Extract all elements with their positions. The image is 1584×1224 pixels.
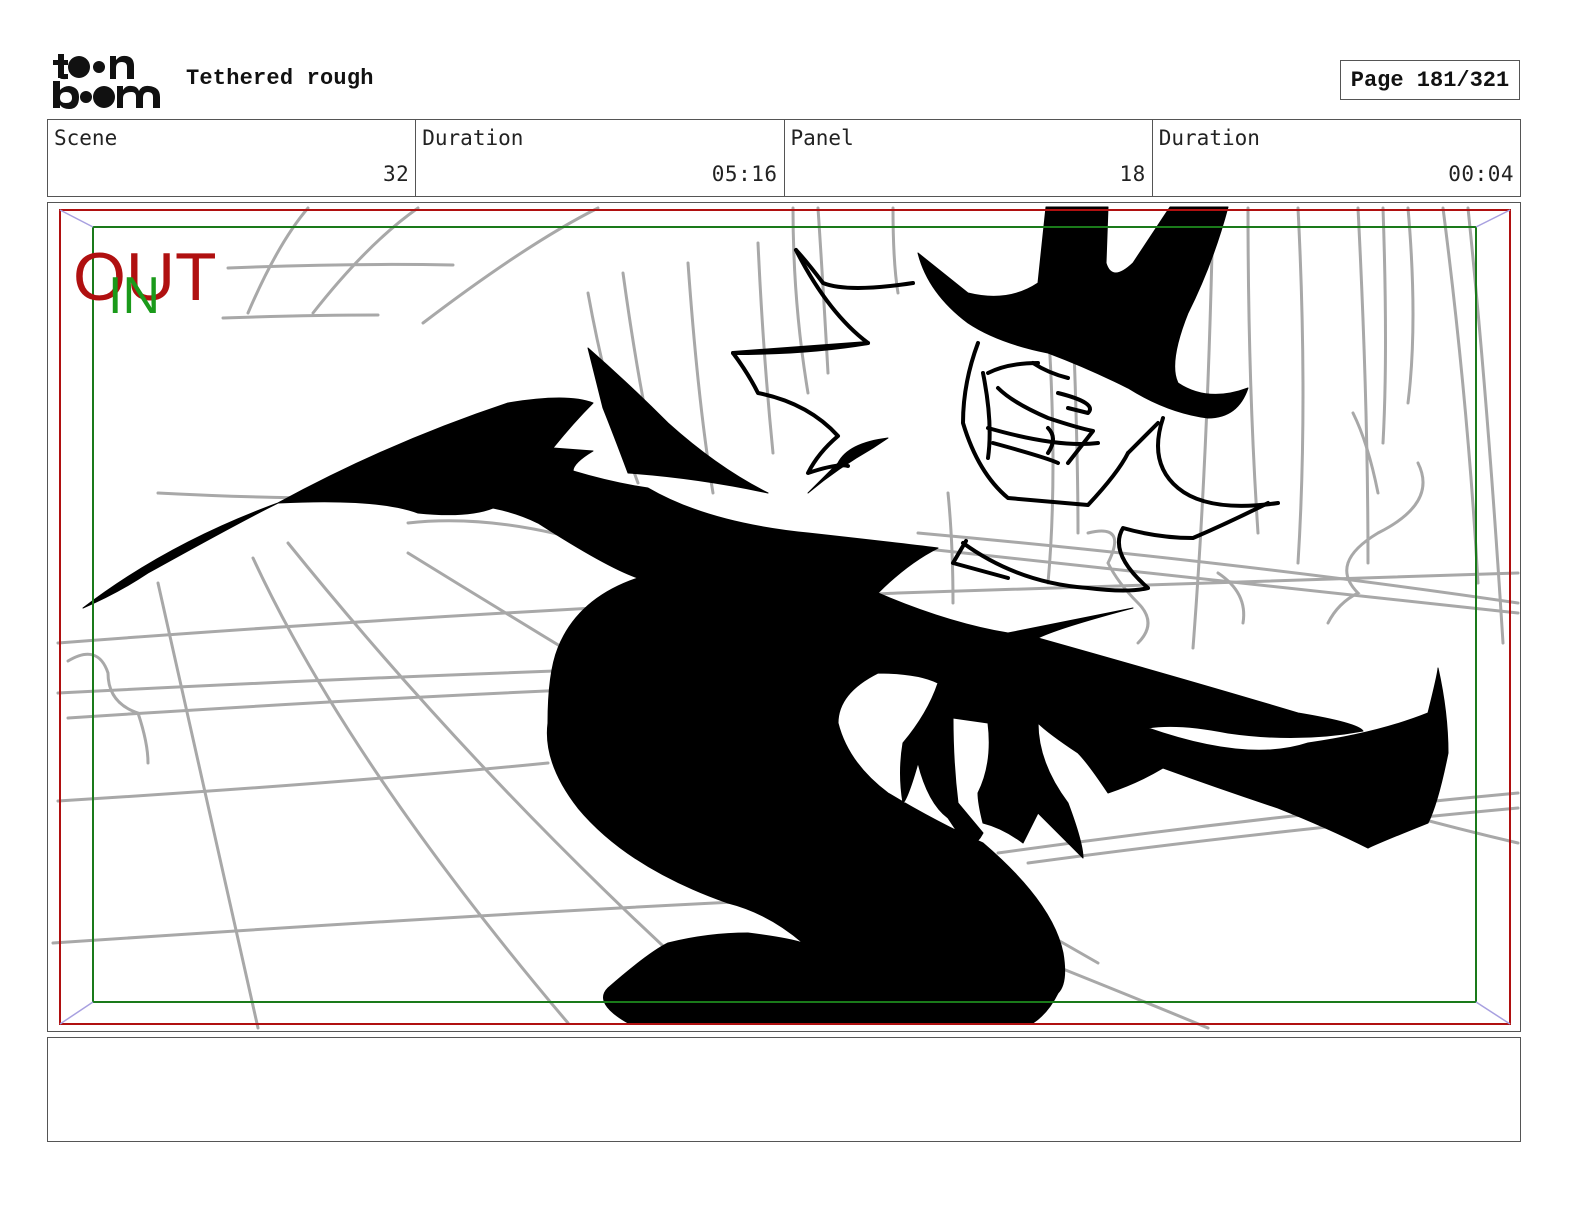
scene-duration-value: 05:16 — [711, 162, 778, 186]
scene-label: Scene — [54, 126, 118, 150]
panel-duration-label: Duration — [1158, 126, 1260, 150]
storyboard-panel: OUT IN — [47, 202, 1521, 1032]
toon-boom-logo-icon — [53, 54, 160, 109]
page-indicator: Page 181/321 — [1340, 60, 1520, 100]
panel-label: Panel — [790, 126, 854, 150]
document-title: Tethered rough — [186, 66, 374, 91]
panel-notes-box[interactable] — [47, 1037, 1521, 1142]
scene-duration-label: Duration — [422, 126, 524, 150]
in-frame-label: IN — [108, 267, 160, 325]
panel-value: 18 — [1119, 162, 1146, 186]
scene-duration-cell: Duration 05:16 — [416, 120, 785, 196]
panel-cell: Panel 18 — [785, 120, 1153, 196]
scene-info-row: Scene 32 Duration 05:16 Panel 18 Duratio… — [47, 119, 1521, 197]
scene-value: 32 — [382, 162, 410, 186]
panel-drawing: OUT IN — [51, 206, 1520, 1030]
scene-cell: Scene 32 — [48, 120, 417, 196]
panel-duration-cell: Duration 00:04 — [1153, 120, 1520, 196]
panel-duration-value: 00:04 — [1448, 162, 1514, 186]
